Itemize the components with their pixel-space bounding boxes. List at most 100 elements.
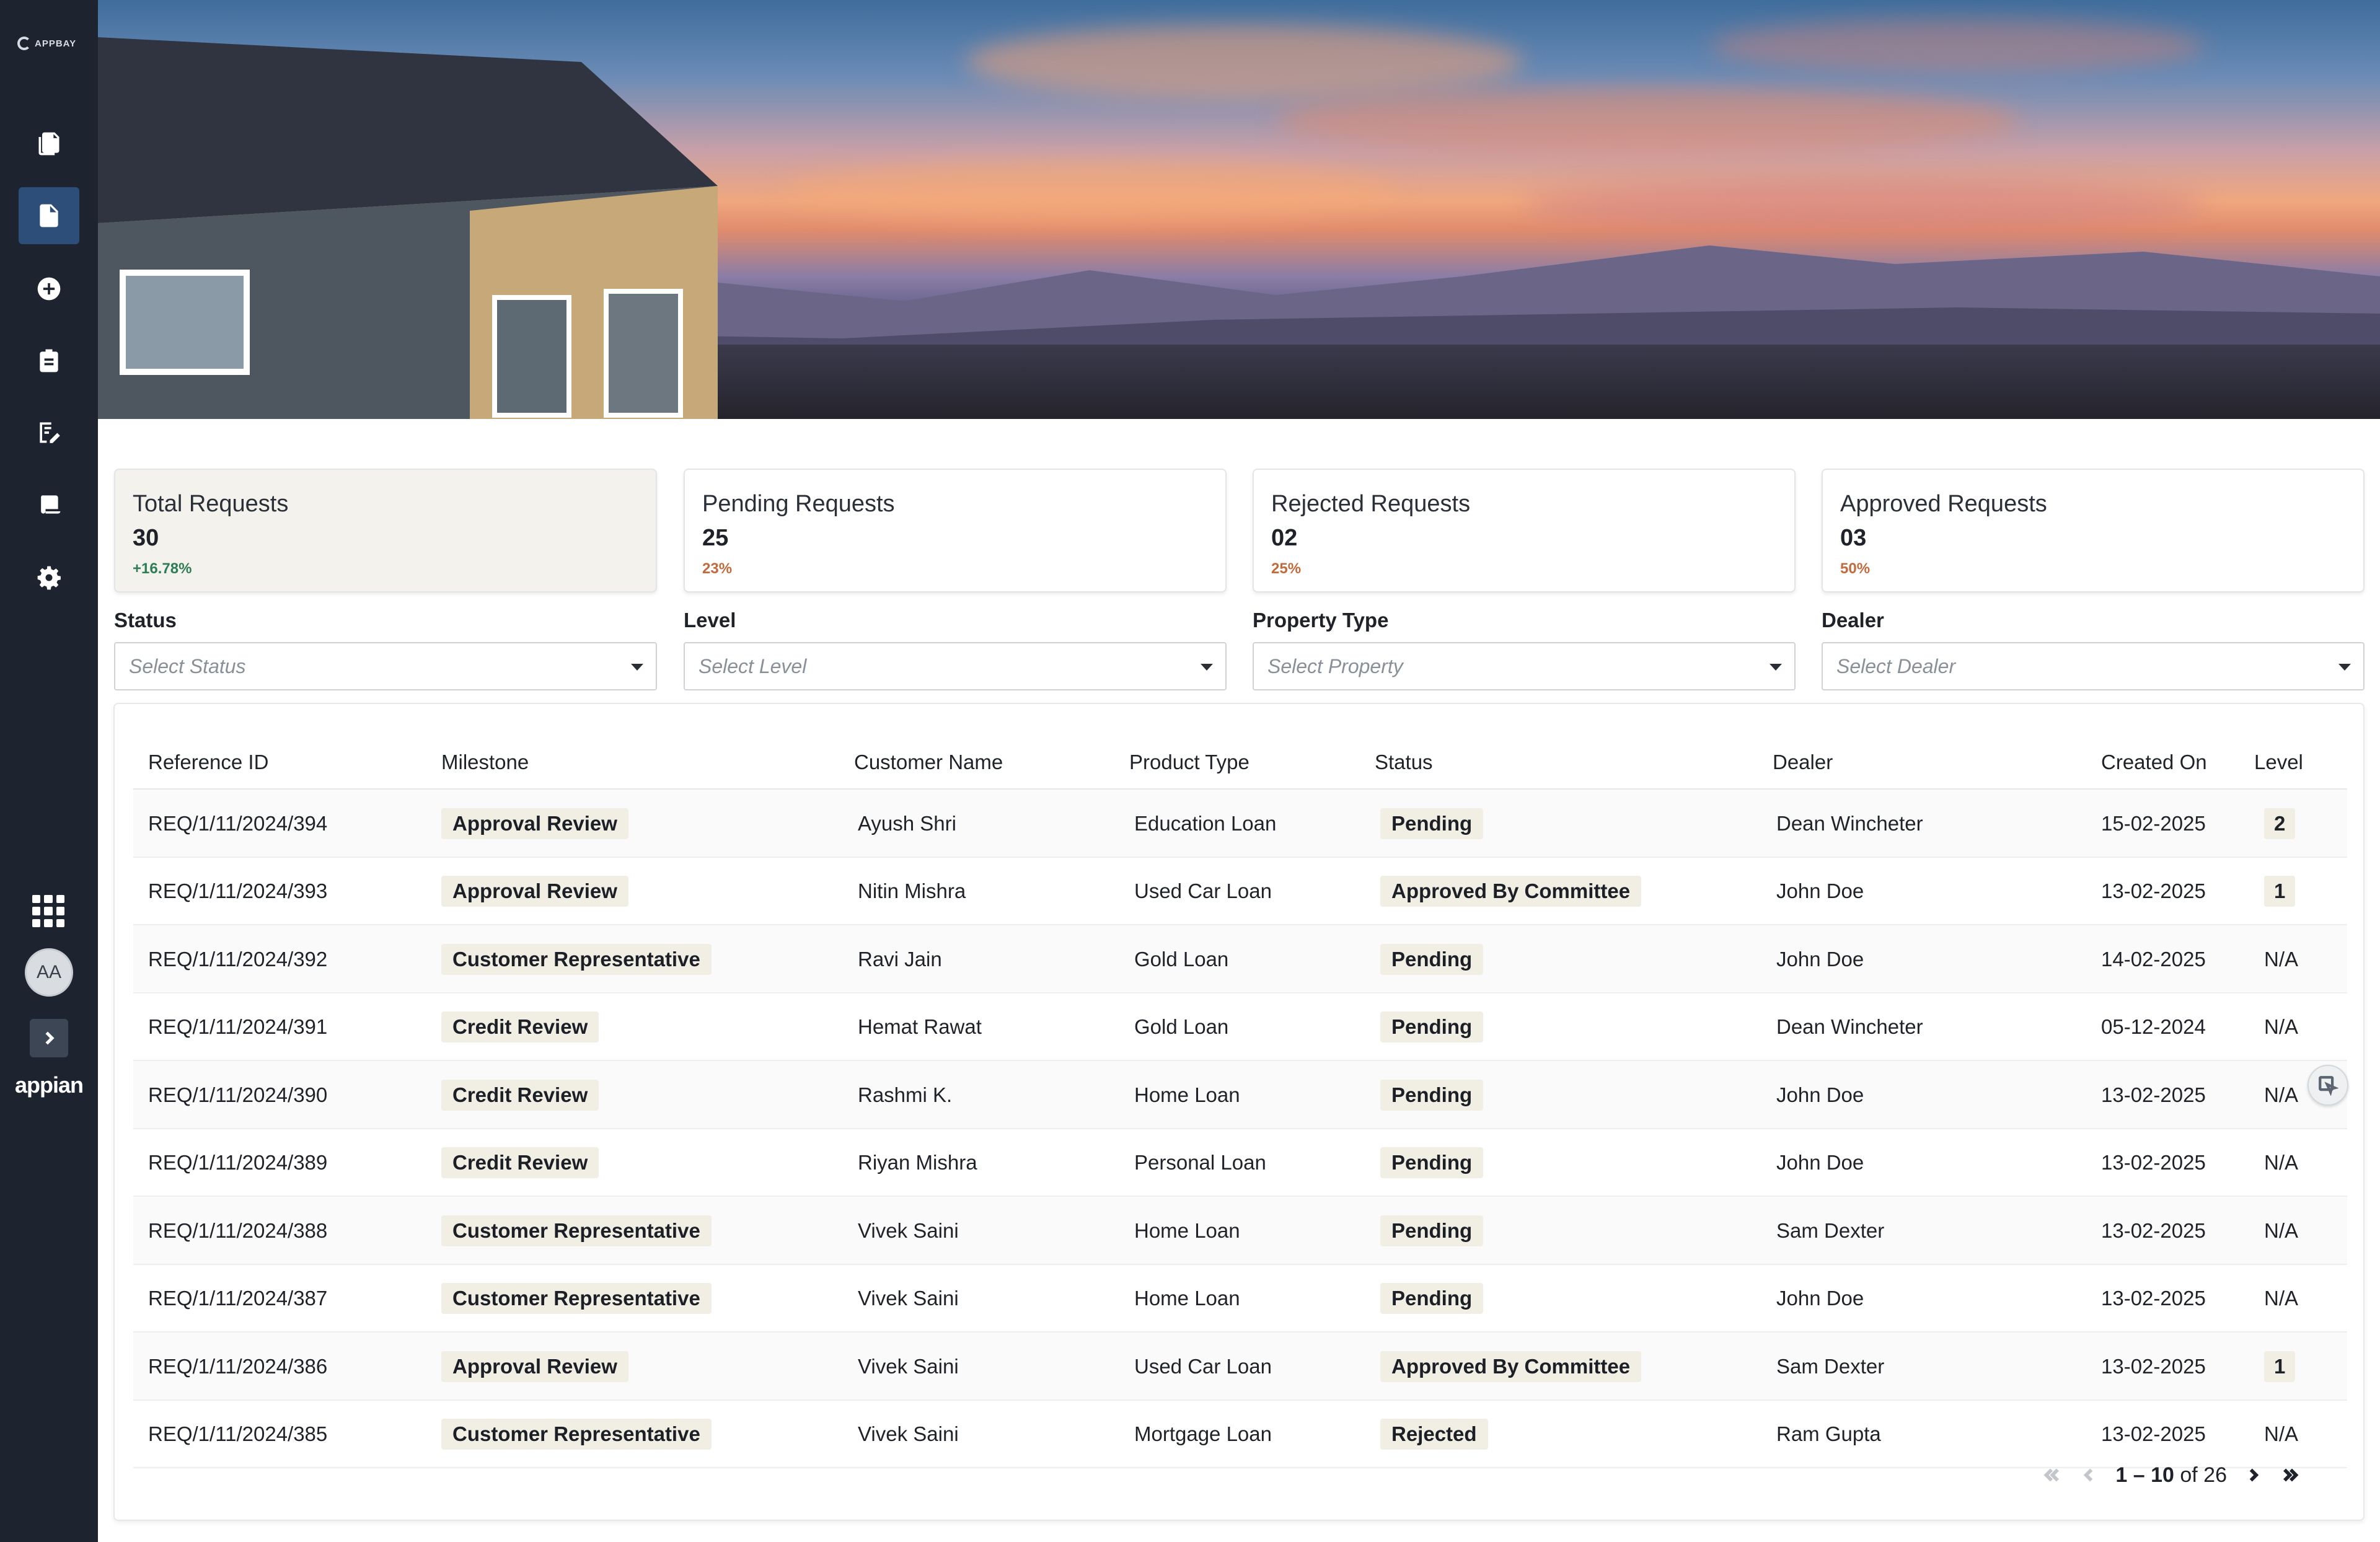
cell-text: Nitin Mishra [858,879,966,902]
last-page-icon[interactable] [2280,1465,2301,1486]
expand-sidebar-button[interactable] [30,1019,68,1057]
chevron-right-icon [45,1031,55,1045]
previous-page-icon[interactable] [2078,1465,2099,1486]
select-placeholder: Select Property [1267,654,1403,677]
cell-reference-id: REQ/1/11/2024/394 [148,790,327,857]
cell-product-type: Gold Loan [1134,925,1228,993]
cell-milestone: Customer Representative [441,1401,712,1468]
column-header-dealer[interactable]: Dealer [1773,740,1833,790]
status-badge: Pending [1380,808,1484,839]
cell-status: Rejected [1380,1401,1488,1468]
table-row[interactable]: REQ/1/11/2024/392 Customer Representative… [133,925,2347,993]
cell-product-type: Gold Loan [1134,993,1228,1061]
appian-brand: appian [14,1072,84,1098]
cursor-action-button[interactable] [2307,1065,2348,1106]
table-row[interactable]: REQ/1/11/2024/389 Credit Review Riyan Mish… [133,1129,2347,1197]
card-total-requests[interactable]: Total Requests 30 +16.78% [114,469,657,593]
card-rejected-requests[interactable]: Rejected Requests 02 25% [1253,469,1796,593]
property-type-select[interactable]: Select Property [1253,642,1796,690]
cell-text: 13-02-2025 [2101,1287,2206,1310]
cell-reference-id: REQ/1/11/2024/393 [148,858,327,925]
filter-label: Dealer [1822,609,1884,632]
cell-text: REQ/1/11/2024/393 [148,879,328,902]
nav-document[interactable] [19,187,79,244]
cell-text: Gold Loan [1134,947,1229,971]
cell-status: Approved By Committee [1380,1333,1642,1400]
table-row[interactable]: REQ/1/11/2024/388 Customer Representative… [133,1197,2347,1265]
card-value: 30 [133,525,159,551]
cell-text: N/A [2264,1015,2299,1038]
cell-level: 2 [2264,790,2296,857]
card-delta: +16.78% [133,560,192,577]
dealer-select[interactable]: Select Dealer [1822,642,2365,690]
table-header: Reference ID Milestone Customer Name Pro… [133,740,2347,790]
nav-clipboard[interactable] [19,332,79,389]
table-row[interactable]: REQ/1/11/2024/390 Credit Review Rashmi K. H… [133,1061,2347,1129]
app-logo[interactable]: APPBAY [17,31,77,56]
cell-text: Vivek Saini [858,1287,959,1310]
cell-text: 14-02-2025 [2101,947,2206,971]
cell-text: N/A [2264,1422,2299,1445]
cell-text: REQ/1/11/2024/386 [148,1354,328,1378]
cell-dealer: John Doe [1776,858,1864,925]
table-row[interactable]: REQ/1/11/2024/393 Approval Review Nitin Mi… [133,858,2347,925]
milestone-tag: Customer Representative [441,1283,712,1314]
column-header-customer-name[interactable]: Customer Name [854,740,1003,790]
apps-grid-icon[interactable] [32,895,64,927]
milestone-tag: Credit Review [441,1079,599,1111]
sidebar: APPBAY AA appian [0,0,98,1542]
level-select[interactable]: Select Level [684,642,1227,690]
cell-customer-name: Vivek Saini [858,1333,959,1400]
cell-text: John Doe [1776,1083,1864,1106]
cell-product-type: Home Loan [1134,1197,1240,1264]
column-header-milestone[interactable]: Milestone [441,740,529,790]
cell-dealer: Dean Wincheter [1776,993,1923,1061]
column-header-reference-id[interactable]: Reference ID [148,740,268,790]
status-badge: Approved By Committee [1380,876,1642,907]
cell-status: Approved By Committee [1380,858,1642,925]
cell-reference-id: REQ/1/11/2024/385 [148,1401,327,1468]
status-select[interactable]: Select Status [114,642,657,690]
cell-product-type: Used Car Loan [1134,1333,1272,1400]
nav-settings[interactable] [19,549,79,606]
cell-text: Ram Gupta [1776,1422,1881,1445]
next-page-icon[interactable] [2243,1465,2264,1486]
nav-documents[interactable] [19,115,79,172]
nav-scroll[interactable] [19,476,79,533]
column-header-product-type[interactable]: Product Type [1129,740,1250,790]
nav-add[interactable] [19,260,79,317]
cell-text: REQ/1/11/2024/394 [148,811,328,835]
table-row[interactable]: REQ/1/11/2024/387 Customer Representative… [133,1265,2347,1333]
logo-mark-icon [17,37,31,50]
select-placeholder: Select Dealer [1836,654,1956,677]
column-header-created-on[interactable]: Created On [2101,740,2207,790]
column-header-status[interactable]: Status [1375,740,1433,790]
cell-text: 13-02-2025 [2101,1218,2206,1242]
cursor-select-icon [2319,1076,2338,1096]
cell-text: REQ/1/11/2024/390 [148,1083,328,1106]
card-pending-requests[interactable]: Pending Requests 25 23% [684,469,1227,593]
first-page-icon[interactable] [2041,1465,2062,1486]
table-row[interactable]: REQ/1/11/2024/391 Credit Review Hemat Rawa… [133,993,2347,1061]
column-header-level[interactable]: Level [2254,740,2303,790]
cell-text: Dean Wincheter [1776,811,1923,835]
user-avatar[interactable]: AA [25,948,73,997]
cell-product-type: Mortgage Loan [1134,1401,1272,1468]
table-row[interactable]: REQ/1/11/2024/385 Customer Representative… [133,1401,2347,1468]
cell-customer-name: Hemat Rawat [858,993,982,1061]
table-row[interactable]: REQ/1/11/2024/386 Approval Review Vivek Sa… [133,1333,2347,1401]
cell-text: 13-02-2025 [2101,1354,2206,1378]
cell-created-on: 05-12-2024 [2101,993,2206,1061]
cell-text: Ravi Jain [858,947,942,971]
cell-level: N/A [2264,925,2298,993]
cell-created-on: 14-02-2025 [2101,925,2206,993]
nav-reports[interactable] [19,404,79,461]
cell-text: John Doe [1776,879,1864,902]
status-badge: Pending [1380,943,1484,975]
table-row[interactable]: REQ/1/11/2024/394 Approval Review Ayush Sh… [133,790,2347,858]
cell-dealer: Ram Gupta [1776,1401,1881,1468]
cell-text: Vivek Saini [858,1422,959,1445]
cell-dealer: Sam Dexter [1776,1197,1884,1264]
card-approved-requests[interactable]: Approved Requests 03 50% [1822,469,2365,593]
scroll-icon [41,495,61,514]
